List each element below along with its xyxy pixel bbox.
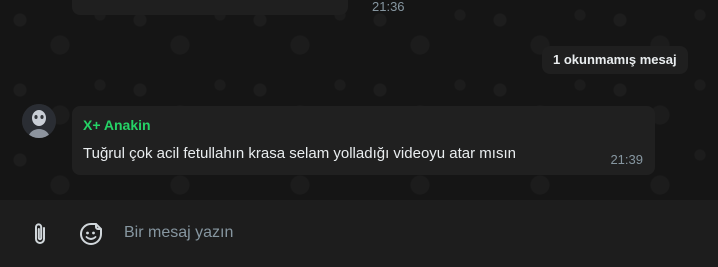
avatar-image <box>22 104 56 138</box>
sender-name[interactable]: X+ Anakin <box>83 117 151 133</box>
sender-avatar[interactable] <box>22 104 56 138</box>
message-bubble[interactable]: X+ Anakin Tuğrul çok acil fetullahın kra… <box>72 106 655 175</box>
unread-messages-banner: 1 okunmamış mesaj <box>542 46 688 74</box>
paperclip-icon[interactable] <box>25 219 55 249</box>
message-text: Tuğrul çok acil fetullahın krasa selam y… <box>83 145 516 162</box>
sticker-icon[interactable] <box>76 219 106 249</box>
message-time: 21:39 <box>610 152 643 167</box>
previous-message-bubble[interactable]: 21:36 <box>72 0 405 15</box>
previous-message-time: 21:36 <box>372 0 405 14</box>
message-input[interactable] <box>110 210 718 256</box>
message-composer <box>0 200 718 267</box>
